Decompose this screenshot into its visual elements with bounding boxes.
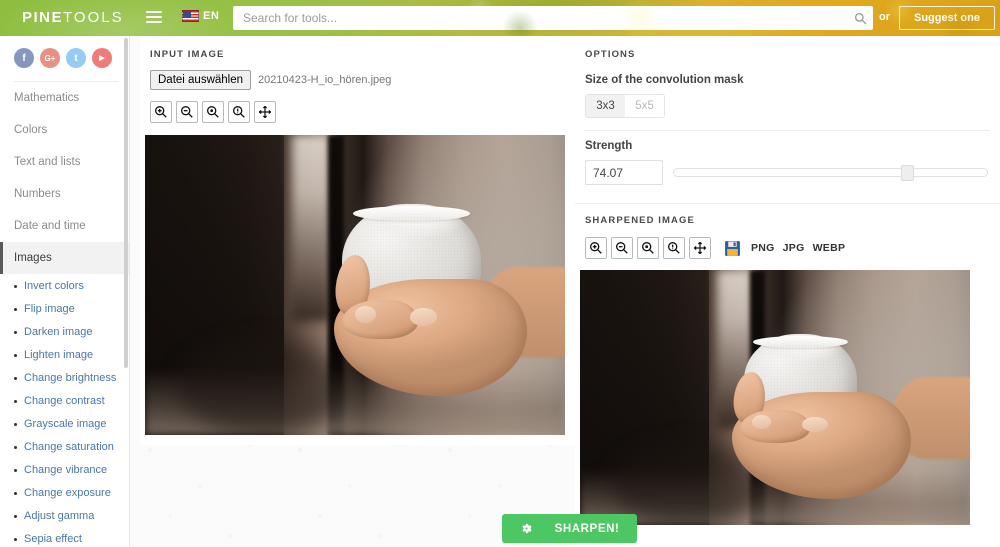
zoom-actual-size-icon[interactable]	[663, 237, 685, 259]
mask-option-5x5[interactable]: 5x5	[625, 95, 664, 117]
strength-control	[585, 160, 1000, 185]
save-floppy-icon[interactable]	[721, 237, 743, 259]
convolution-mask-segmented[interactable]: 3x3 5x5	[585, 94, 665, 118]
sidebar-tool-change-saturation[interactable]: Change saturation	[0, 435, 129, 458]
facebook-icon[interactable]: f	[14, 48, 34, 68]
zoom-out-icon[interactable]	[176, 101, 198, 123]
input-image-preview[interactable]	[145, 135, 565, 435]
us-flag-icon	[182, 10, 199, 22]
strength-slider-handle[interactable]	[900, 165, 914, 181]
input-photo	[145, 135, 565, 435]
main-content: INPUT IMAGE Datei auswählen 20210423-H_i…	[130, 36, 1000, 547]
sharpened-image-title: SHARPENED IMAGE	[585, 215, 695, 226]
zoom-in-icon[interactable]	[150, 101, 172, 123]
language-label: EN	[203, 10, 220, 22]
pan-move-icon[interactable]	[254, 101, 276, 123]
search-icon[interactable]	[847, 6, 873, 30]
logo-pine: PINE	[22, 9, 64, 26]
sidebar-tool-change-vibrance[interactable]: Change vibrance	[0, 458, 129, 481]
youtube-icon[interactable]: ▶	[92, 48, 112, 68]
sidebar-item-numbers[interactable]: Numbers	[0, 178, 129, 210]
social-links: f G+ t ▶	[0, 36, 129, 68]
sidebar-tool-flip-image[interactable]: Flip image	[0, 297, 129, 320]
options-title: OPTIONS	[585, 49, 636, 60]
zoom-out-icon[interactable]	[611, 237, 633, 259]
or-label: or	[879, 11, 890, 23]
input-image-toolbar	[140, 90, 575, 123]
sidebar-tool-sepia-effect[interactable]: Sepia effect	[0, 527, 129, 547]
hamburger-icon[interactable]	[146, 11, 162, 25]
sidebar-tool-adjust-gamma[interactable]: Adjust gamma	[0, 504, 129, 527]
sidebar-scrollbar[interactable]	[124, 38, 128, 368]
twitter-icon[interactable]: t	[66, 48, 86, 68]
sidebar-tool-grayscale-image[interactable]: Grayscale image	[0, 412, 129, 435]
strength-label: Strength	[585, 140, 633, 152]
sidebar-item-mathematics[interactable]: Mathematics	[0, 82, 129, 114]
zoom-in-icon[interactable]	[585, 237, 607, 259]
sidebar-tool-lighten-image[interactable]: Lighten image	[0, 343, 129, 366]
sharpened-photo	[580, 270, 970, 525]
file-chooser-row: Datei auswählen 20210423-H_io_hören.jpeg	[140, 60, 575, 90]
sidebar-tool-change-brightness[interactable]: Change brightness	[0, 366, 129, 389]
top-header: PINETOOLS EN or Suggest one	[0, 0, 1000, 36]
sharpen-button-label: SHARPEN!	[554, 522, 620, 535]
zoom-actual-size-icon[interactable]	[228, 101, 250, 123]
selected-file-name: 20210423-H_io_hören.jpeg	[258, 74, 392, 86]
sidebar-item-date-and-time[interactable]: Date and time	[0, 210, 129, 242]
sharpened-image-preview[interactable]	[580, 270, 970, 525]
sidebar-item-colors[interactable]: Colors	[0, 114, 129, 146]
logo-tools: TOOLS	[63, 9, 124, 26]
sidebar-tool-change-exposure[interactable]: Change exposure	[0, 481, 129, 504]
search-bar[interactable]	[233, 6, 873, 30]
google-plus-icon[interactable]: G+	[40, 48, 60, 68]
language-selector[interactable]: EN	[182, 10, 219, 22]
format-png-button[interactable]: PNG	[751, 242, 775, 254]
format-jpg-button[interactable]: JPG	[783, 242, 805, 254]
sidebar-tool-change-contrast[interactable]: Change contrast	[0, 389, 129, 412]
pan-move-icon[interactable]	[689, 237, 711, 259]
sidebar-item-images[interactable]: Images	[0, 242, 129, 274]
search-input[interactable]	[233, 7, 847, 29]
sharpen-button[interactable]: SHARPEN!	[502, 514, 637, 543]
suggest-one-button[interactable]: Suggest one	[899, 6, 995, 30]
choose-file-button[interactable]: Datei auswählen	[150, 70, 252, 90]
sidebar-item-text-and-lists[interactable]: Text and lists	[0, 146, 129, 178]
site-logo[interactable]: PINETOOLS	[22, 9, 124, 26]
gear-icon	[522, 523, 532, 534]
input-image-title: INPUT IMAGE	[150, 49, 225, 60]
mask-option-3x3[interactable]: 3x3	[586, 95, 625, 117]
format-webp-button[interactable]: WEBP	[813, 242, 846, 254]
convolution-mask-label: Size of the convolution mask	[585, 74, 744, 86]
sidebar-tool-invert-colors[interactable]: Invert colors	[0, 274, 129, 297]
output-image-toolbar: PNG JPG WEBP	[575, 226, 1000, 259]
input-image-panel: INPUT IMAGE Datei auswählen 20210423-H_i…	[140, 36, 575, 445]
zoom-fit-icon[interactable]	[202, 101, 224, 123]
zoom-fit-icon[interactable]	[637, 237, 659, 259]
strength-input[interactable]	[585, 160, 663, 185]
sidebar: f G+ t ▶ Mathematics Colors Text and lis…	[0, 36, 130, 547]
strength-slider[interactable]	[673, 165, 988, 181]
sidebar-tool-darken-image[interactable]: Darken image	[0, 320, 129, 343]
options-and-output-panel: OPTIONS Size of the convolution mask 3x3…	[575, 36, 1000, 547]
